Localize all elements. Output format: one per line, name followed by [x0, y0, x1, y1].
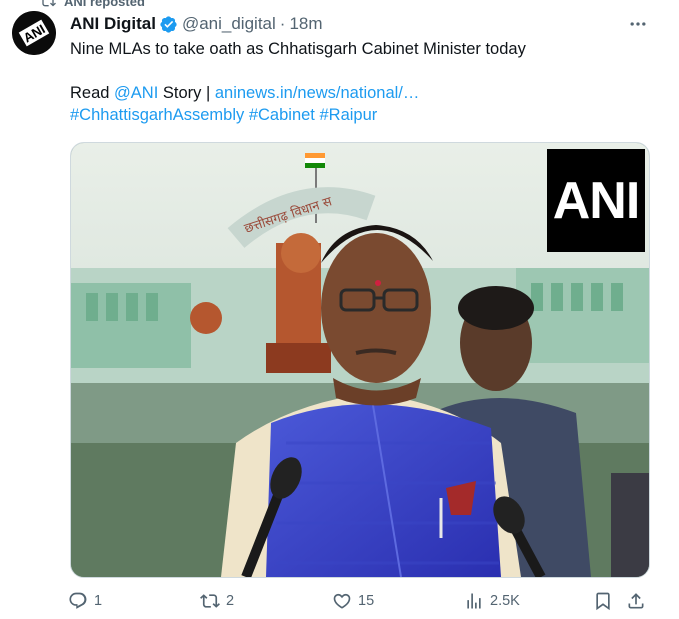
read-prefix: Read: [70, 84, 115, 102]
share-icon: [628, 593, 644, 609]
like-count: 15: [358, 593, 375, 609]
repost-icon: [42, 0, 56, 7]
ani-logo: ANI: [12, 11, 56, 55]
more-button[interactable]: [627, 13, 649, 35]
reply-icon: [69, 592, 87, 609]
ani-watermark-text: ANI: [552, 171, 641, 230]
retweet-button[interactable]: 2: [200, 588, 234, 614]
share-button[interactable]: [626, 588, 646, 614]
action-bar: 1 2 15 2.5K: [60, 588, 660, 614]
hashtag-cabinet[interactable]: #Cabinet: [249, 106, 315, 124]
ani-watermark: ANI: [547, 149, 645, 252]
more-icon: [630, 22, 646, 26]
retweet-count: 2: [226, 593, 235, 609]
retweet-icon: [200, 594, 220, 608]
story-text: Story |: [158, 84, 215, 102]
hashtag-chhattisgarh-assembly[interactable]: #ChhattisgarhAssembly: [70, 106, 244, 124]
views-button[interactable]: 2.5K: [464, 588, 520, 614]
tweet-line-1: Nine MLAs to take oath as Chhatisgarh Ca…: [70, 40, 526, 58]
post-time[interactable]: 18m: [289, 14, 322, 34]
separator-dot: ·: [279, 14, 286, 33]
tweet-line-read: Read @ANI Story | aninews.in/news/nation…: [70, 82, 660, 104]
tweet-video[interactable]: छत्तीसगढ़ विधान स ANI: [70, 142, 650, 578]
repost-indicator[interactable]: ANI reposted: [40, 0, 145, 10]
mention-link[interactable]: @ANI: [114, 84, 158, 102]
views-icon: [467, 593, 481, 609]
hashtag-raipur[interactable]: #Raipur: [320, 106, 378, 124]
avatar[interactable]: ANI: [12, 11, 56, 55]
author-name[interactable]: ANI Digital: [70, 14, 156, 34]
views-count: 2.5K: [490, 593, 520, 609]
tweet-text: Nine MLAs to take oath as Chhatisgarh Ca…: [70, 38, 660, 126]
repost-label: ANI reposted: [64, 0, 145, 9]
like-icon: [333, 593, 351, 609]
article-link[interactable]: aninews.in/news/national/…: [215, 84, 420, 102]
tweet-header: ANI Digital @ani_digital · 18m: [70, 13, 659, 35]
bookmark-button[interactable]: [593, 588, 613, 614]
verified-icon: [160, 15, 177, 33]
hashtag-line: #ChhattisgarhAssembly #Cabinet #Raipur: [70, 104, 660, 126]
author-handle[interactable]: @ani_digital: [182, 14, 276, 34]
like-button[interactable]: 15: [332, 588, 374, 614]
bookmark-icon: [596, 592, 610, 611]
reply-count: 1: [94, 593, 103, 609]
reply-button[interactable]: 1: [68, 588, 102, 614]
